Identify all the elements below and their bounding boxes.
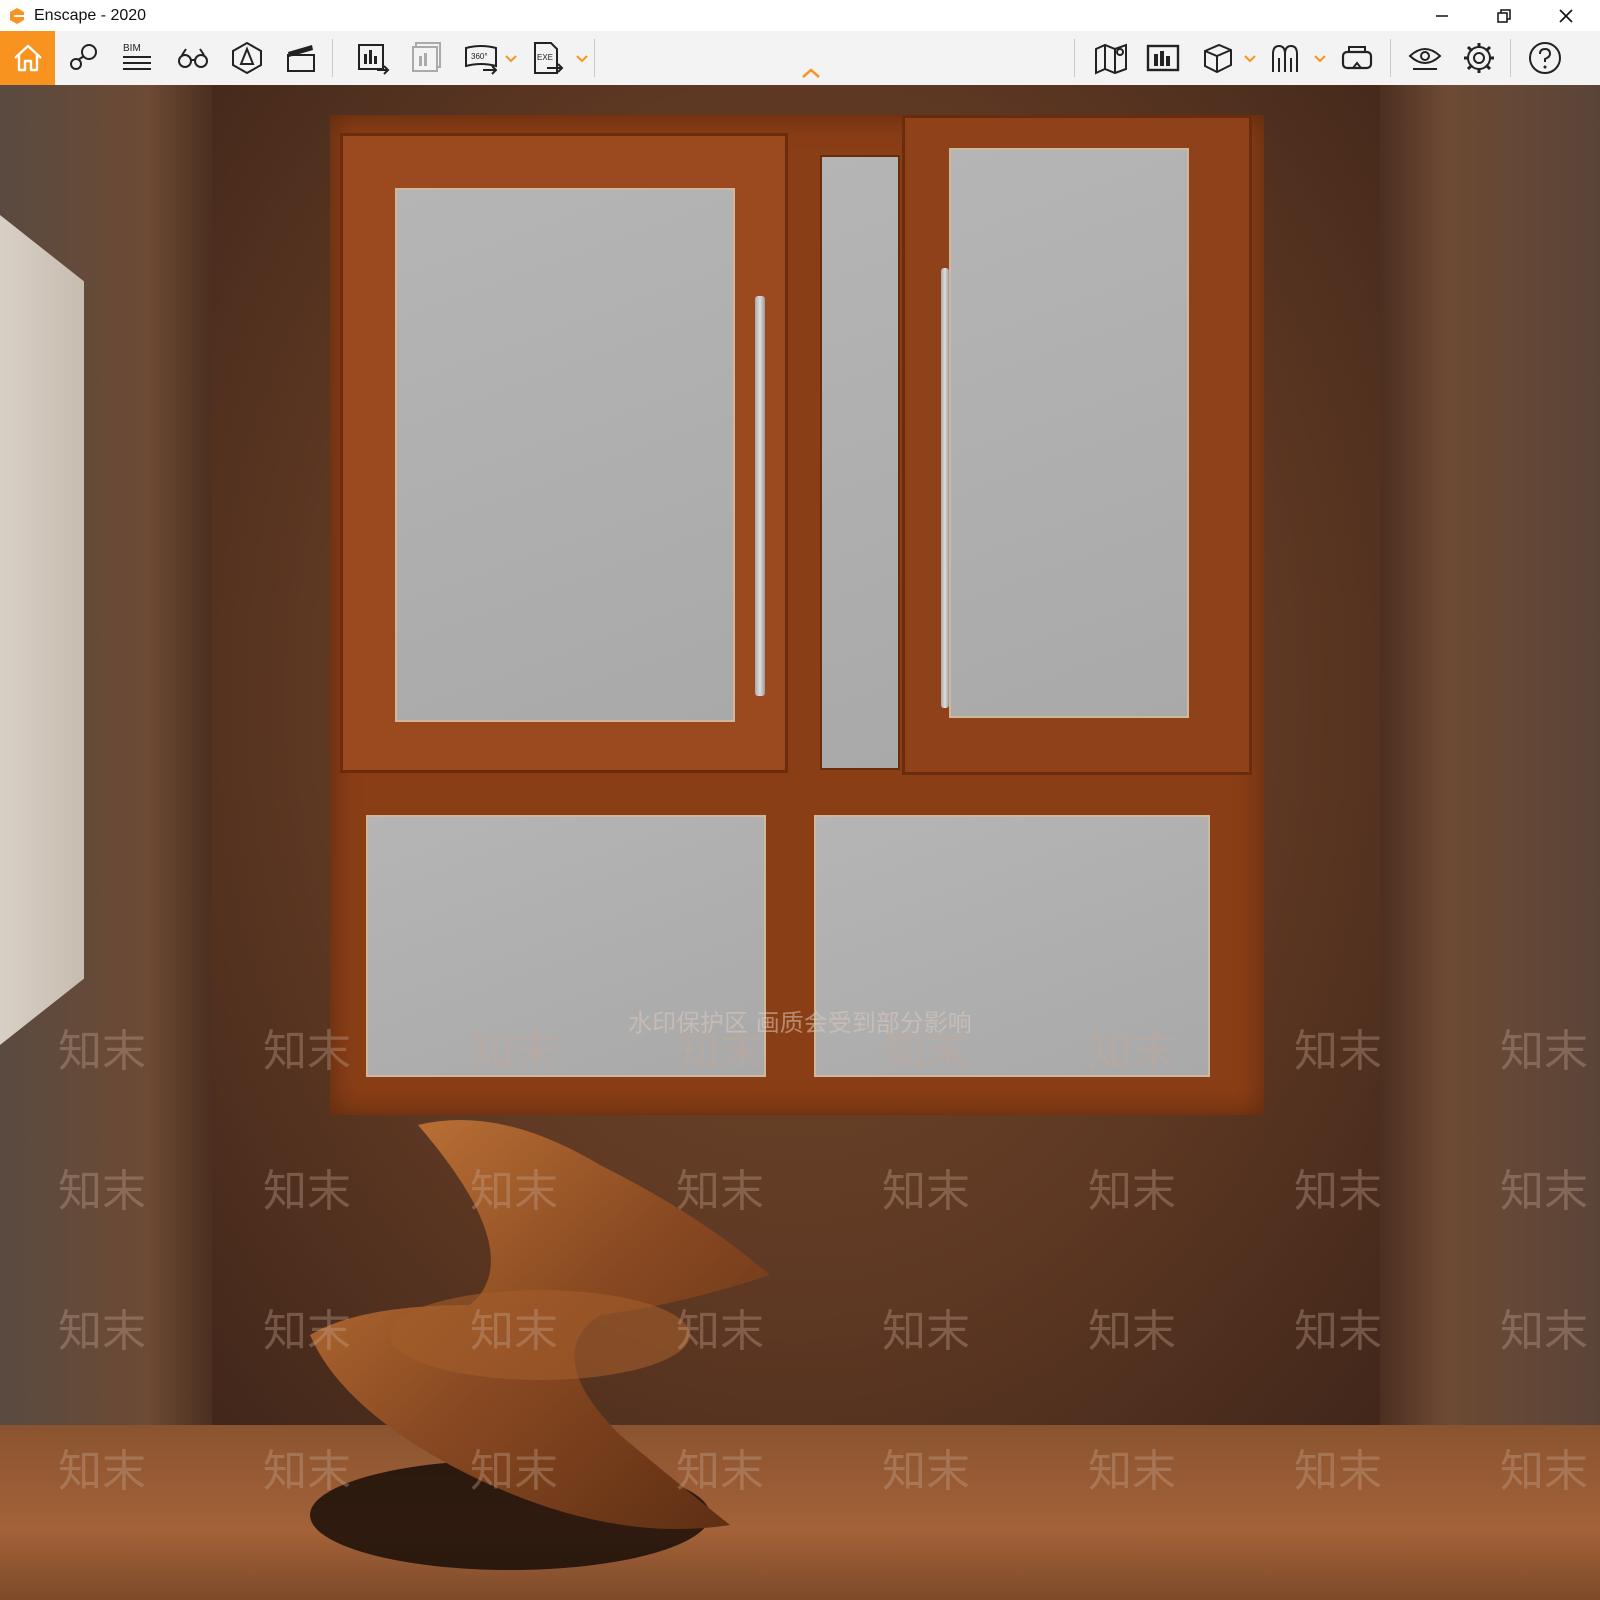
gear-icon [1464,43,1494,73]
upper-left-sash [340,133,788,773]
toolbar-separator [1390,39,1391,77]
binoculars-button[interactable] [166,31,220,85]
window-handle [755,296,765,696]
window-title: Enscape - 2020 [34,6,147,24]
toolbar-separator [1074,39,1075,77]
people-button[interactable] [1258,31,1312,85]
eye-icon [1408,48,1442,70]
export-exe-button[interactable]: EXE [520,31,574,85]
spinning-stool [310,1120,770,1570]
svg-text:360°: 360° [471,52,488,61]
render-viewport[interactable]: 知末 知末 知末 知末 知末 知末 知末 知末 知末 知末 知末 知末 知末 知… [0,85,1600,1600]
settings-button[interactable] [1452,31,1506,85]
export-dropdown-chevron-icon[interactable] [576,53,588,63]
watermark-banner-text: 水印保护区 画质会受到部分影响 [628,1008,972,1037]
bim-button[interactable]: BIM [110,31,164,85]
glass-pane [820,155,900,770]
export-exe-icon: EXE [534,42,564,74]
floor [0,1425,1600,1600]
render-image-icon [358,44,390,75]
home-button[interactable] [0,31,55,85]
window-handle [941,268,949,708]
panorama-360-icon: 360° [465,45,498,75]
minimize-button[interactable] [1412,0,1472,31]
collapse-toolbar-chevron-icon[interactable] [800,66,822,80]
cube-view-button[interactable] [1190,31,1244,85]
video-editor-button[interactable] [274,31,328,85]
people-dropdown-chevron-icon[interactable] [1314,53,1326,63]
toolbar-separator [1510,39,1511,77]
asset-library-button[interactable] [1136,31,1190,85]
clapperboard-icon [287,45,315,72]
svg-text:EXE: EXE [537,53,553,62]
help-icon [1529,42,1561,74]
cube-icon [1204,43,1232,74]
panorama-dropdown-chevron-icon[interactable] [505,53,517,63]
vr-headset-button[interactable] [1330,31,1384,85]
window-frame [330,115,1264,1115]
help-button[interactable] [1518,31,1572,85]
atmosphere-icon [232,41,262,75]
title-bar: Enscape - 2020 [0,0,1600,31]
vr-headset-icon [1341,46,1373,70]
upper-right-open-sash [902,115,1252,775]
location-views-icon [70,44,97,70]
cube-dropdown-chevron-icon[interactable] [1244,53,1256,63]
toolbar-separator [332,39,333,77]
close-button[interactable] [1536,0,1596,31]
watermark-banner: 水印保护区 画质会受到部分影响 [0,1000,1600,1040]
panorama-button[interactable]: 360° [454,31,508,85]
home-icon [13,44,42,72]
svg-text:BIM: BIM [123,43,141,54]
asset-library-icon [1146,44,1180,72]
enscape-logo-icon [6,5,28,27]
visual-settings-button[interactable] [1398,31,1452,85]
map-button[interactable] [1084,31,1138,85]
glass-pane [949,148,1189,718]
atmosphere-button[interactable] [220,31,274,85]
right-wall [1380,85,1600,1600]
toolbar-separator [594,39,595,77]
restore-button[interactable] [1474,0,1534,31]
render-image-button[interactable] [346,31,400,85]
bim-icon: BIM [123,43,151,70]
binoculars-icon [178,48,208,68]
people-icon [1272,44,1298,72]
batch-render-icon [412,42,441,72]
wall-panel [0,215,84,1045]
glass-pane [395,188,735,722]
batch-render-button[interactable] [400,31,454,85]
views-button[interactable] [56,31,110,85]
map-icon [1095,43,1127,75]
